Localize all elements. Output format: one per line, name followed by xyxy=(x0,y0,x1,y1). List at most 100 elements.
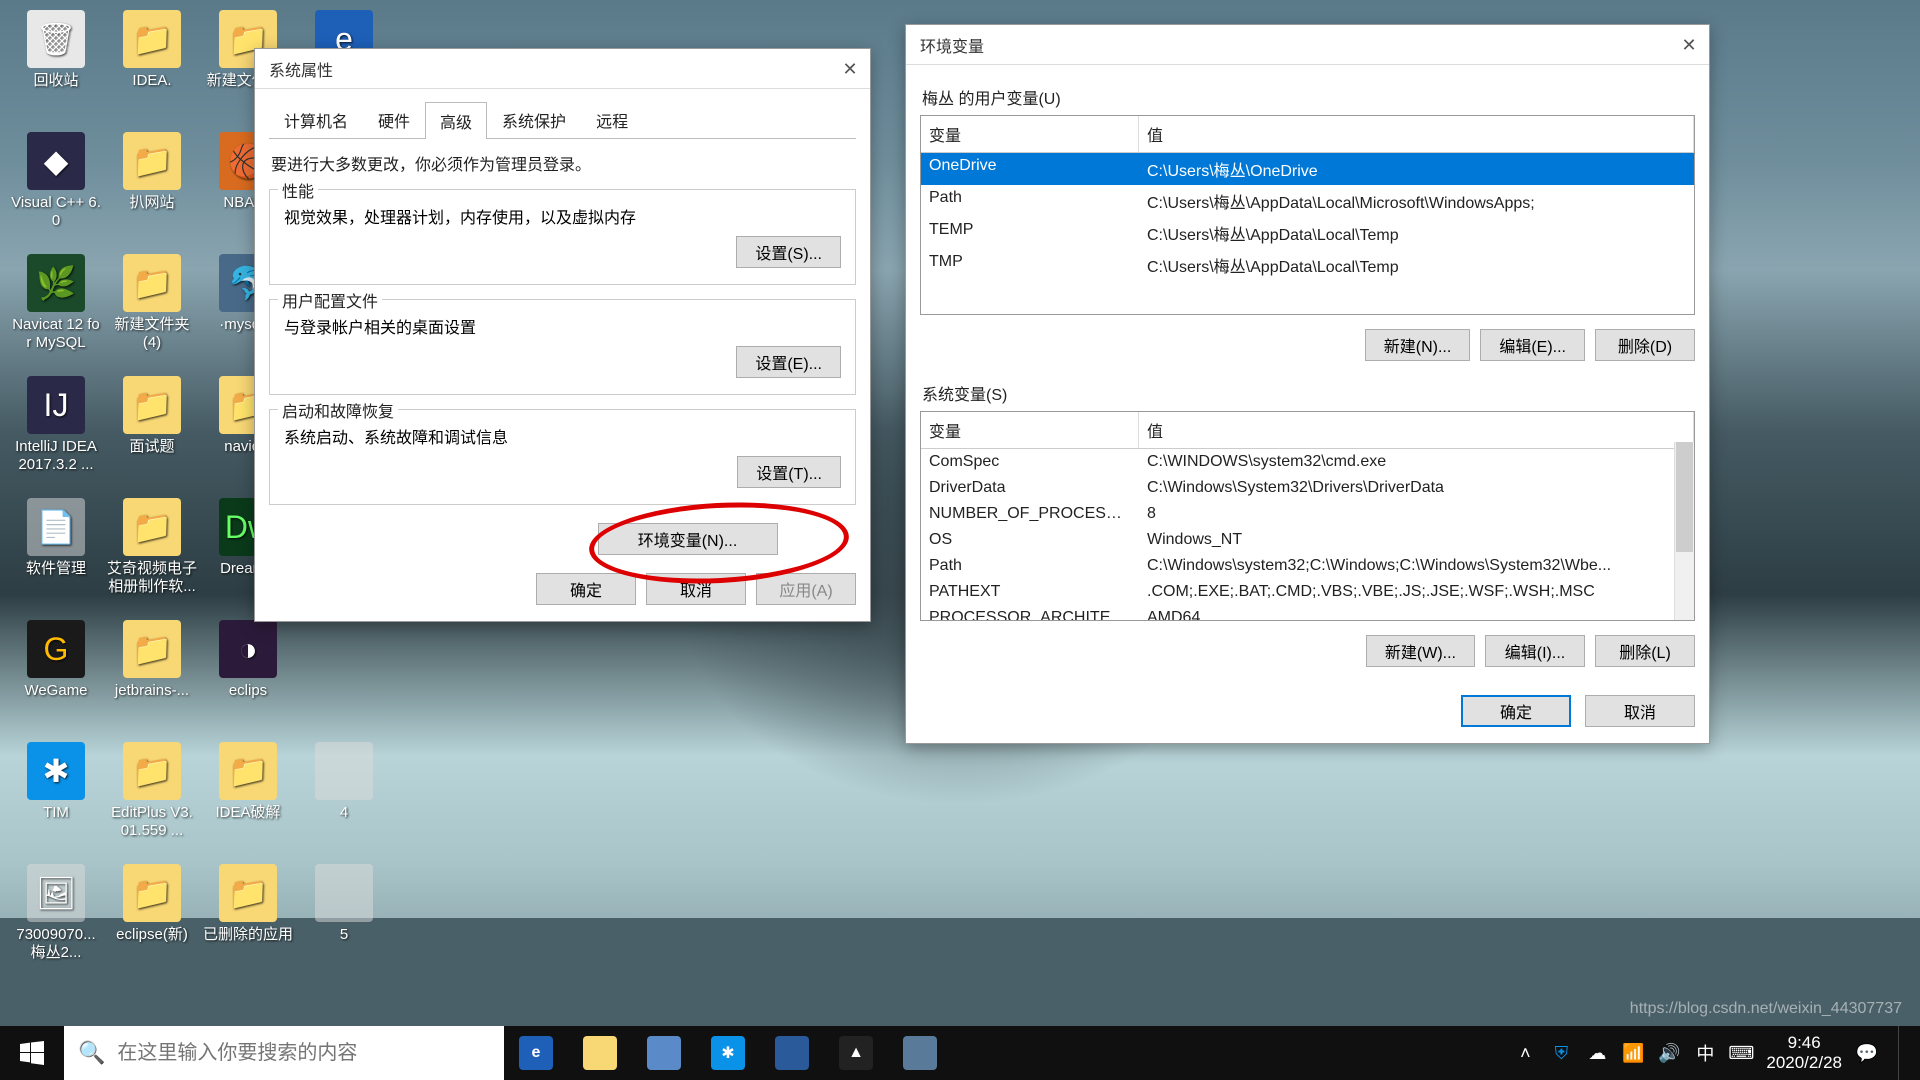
icon-label: EditPlus V3.01.559 ... xyxy=(107,804,197,840)
desktop-icon[interactable]: 📁扒网站 xyxy=(106,132,198,250)
tray-clock[interactable]: 9:46 2020/2/28 xyxy=(1766,1033,1842,1074)
taskbar-app-notepad[interactable] xyxy=(632,1026,696,1080)
close-icon[interactable] xyxy=(840,59,860,79)
app-icon: IJ xyxy=(27,376,85,434)
table-row[interactable]: PathC:\Users\梅丛\AppData\Local\Microsoft\… xyxy=(921,185,1694,217)
desktop-icon[interactable]: 🌿Navicat 12 for MySQL xyxy=(10,254,102,372)
cell-variable: TEMP xyxy=(921,217,1139,249)
environment-variables-button[interactable]: 环境变量(N)... xyxy=(598,523,778,555)
start-button[interactable] xyxy=(0,1026,64,1080)
tray-expand-icon[interactable]: ˄ xyxy=(1514,1042,1536,1064)
performance-settings-button[interactable]: 设置(S)... xyxy=(736,236,841,268)
table-row[interactable]: OneDriveC:\Users\梅丛\OneDrive xyxy=(921,153,1694,185)
search-input[interactable] xyxy=(117,1026,490,1080)
scrollbar[interactable] xyxy=(1674,442,1694,620)
cell-value: 8 xyxy=(1139,501,1674,527)
tab-hardware[interactable]: 硬件 xyxy=(363,101,425,138)
icon-label: 扒网站 xyxy=(129,194,174,212)
column-header-value[interactable]: 值 xyxy=(1139,412,1694,448)
app-icon: 📁 xyxy=(219,864,277,922)
taskbar-app-edge[interactable]: e xyxy=(504,1026,568,1080)
desktop-icon[interactable]: 📄软件管理 xyxy=(10,498,102,616)
desktop-icon[interactable]: 📁面试题 xyxy=(106,376,198,494)
close-icon[interactable] xyxy=(1679,35,1699,55)
desktop-icon[interactable]: 📁已删除的应用 xyxy=(202,864,294,982)
user-new-button[interactable]: 新建(N)... xyxy=(1365,329,1471,361)
taskbar-apps: e ✱ ▲ xyxy=(504,1026,952,1080)
desktop-icon[interactable]: IJIntelliJ IDEA 2017.3.2 ... xyxy=(10,376,102,494)
desktop-icon[interactable]: 📁 艾奇视频电子相册制作软... xyxy=(106,498,198,616)
app-icon: 📁 xyxy=(123,498,181,556)
table-row[interactable]: TEMPC:\Users\梅丛\AppData\Local\Temp xyxy=(921,217,1694,249)
tray-notifications-icon[interactable]: 💬 xyxy=(1856,1042,1878,1064)
desktop-icon[interactable]: 📁新建文件夹 (4) xyxy=(106,254,198,372)
table-row[interactable]: ComSpecC:\WINDOWS\system32\cmd.exe xyxy=(921,449,1674,475)
tray-security-icon[interactable]: ⛨ xyxy=(1550,1042,1572,1064)
desktop-icon[interactable]: 5 xyxy=(298,864,390,982)
table-row[interactable]: TMPC:\Users\梅丛\AppData\Local\Temp xyxy=(921,249,1694,281)
startup-settings-button[interactable]: 设置(T)... xyxy=(737,456,841,488)
desktop-icon[interactable]: 📁IDEA破解 xyxy=(202,742,294,860)
startup-recovery-group: 启动和故障恢复 系统启动、系统故障和调试信息 设置(T)... xyxy=(269,409,856,505)
tray-volume-icon[interactable]: 🔊 xyxy=(1658,1042,1680,1064)
cancel-button[interactable]: 取消 xyxy=(646,573,746,605)
column-header-variable[interactable]: 变量 xyxy=(921,412,1139,448)
column-header-variable[interactable]: 变量 xyxy=(921,116,1139,152)
app-icon: 📁 xyxy=(123,10,181,68)
system-vars-table[interactable]: 变量 值 ComSpecC:\WINDOWS\system32\cmd.exeD… xyxy=(920,411,1695,621)
show-desktop-button[interactable] xyxy=(1898,1026,1908,1080)
desktop-icon[interactable]: GWeGame xyxy=(10,620,102,738)
tray-keyboard-icon[interactable]: ⌨ xyxy=(1730,1042,1752,1064)
desktop-icon[interactable]: 📁EditPlus V3.01.559 ... xyxy=(106,742,198,860)
instruction-text: 要进行大多数更改，你必须作为管理员登录。 xyxy=(271,151,854,175)
column-header-value[interactable]: 值 xyxy=(1139,116,1694,152)
icon-label: 艾奇视频电子相册制作软... xyxy=(107,560,197,596)
ok-button[interactable]: 确定 xyxy=(536,573,636,605)
tray-network-icon[interactable]: 📶 xyxy=(1622,1042,1644,1064)
table-row[interactable]: OSWindows_NT xyxy=(921,527,1674,553)
desktop-icon[interactable]: 🖼73009070... 梅丛2... xyxy=(10,864,102,982)
scrollbar-thumb[interactable] xyxy=(1676,442,1693,552)
user-delete-button[interactable]: 删除(D) xyxy=(1595,329,1695,361)
search-box[interactable]: 🔍 xyxy=(64,1026,504,1080)
tab-system-protection[interactable]: 系统保护 xyxy=(487,101,581,138)
tab-strip: 计算机名 硬件 高级 系统保护 远程 xyxy=(269,101,856,139)
desktop-icon[interactable]: ✱TIM xyxy=(10,742,102,860)
tray-onedrive-icon[interactable]: ☁ xyxy=(1586,1042,1608,1064)
cancel-button[interactable]: 取消 xyxy=(1585,695,1695,727)
system-delete-button[interactable]: 删除(L) xyxy=(1595,635,1695,667)
desktop-icon[interactable]: 📁IDEA. xyxy=(106,10,198,128)
taskbar-app-tim[interactable]: ✱ xyxy=(696,1026,760,1080)
system-edit-button[interactable]: 编辑(I)... xyxy=(1485,635,1585,667)
apply-button[interactable]: 应用(A) xyxy=(756,573,856,605)
tray-ime-icon[interactable]: 中 xyxy=(1694,1042,1716,1064)
user-vars-table[interactable]: 变量 值 OneDriveC:\Users\梅丛\OneDrivePathC:\… xyxy=(920,115,1695,315)
cell-variable: Path xyxy=(921,553,1139,579)
desktop-icon[interactable]: ◑eclips xyxy=(202,620,294,738)
system-new-button[interactable]: 新建(W)... xyxy=(1366,635,1475,667)
desktop-icon[interactable]: 📁jetbrains-... xyxy=(106,620,198,738)
user-profiles-group: 用户配置文件 与登录帐户相关的桌面设置 设置(E)... xyxy=(269,299,856,395)
taskbar-app-explorer[interactable] xyxy=(568,1026,632,1080)
dialog-titlebar[interactable]: 环境变量 xyxy=(906,25,1709,65)
taskbar-app-control-panel[interactable] xyxy=(888,1026,952,1080)
tab-advanced[interactable]: 高级 xyxy=(425,102,487,139)
taskbar-app-photos[interactable]: ▲ xyxy=(824,1026,888,1080)
table-row[interactable]: NUMBER_OF_PROCESSORS8 xyxy=(921,501,1674,527)
table-row[interactable]: PROCESSOR_ARCHITECTUREAMD64 xyxy=(921,605,1674,621)
cell-value: .COM;.EXE;.BAT;.CMD;.VBS;.VBE;.JS;.JSE;.… xyxy=(1139,579,1674,605)
table-row[interactable]: PathC:\Windows\system32;C:\Windows;C:\Wi… xyxy=(921,553,1674,579)
desktop-icon[interactable]: ◆Visual C++ 6.0 xyxy=(10,132,102,250)
desktop-icon[interactable]: 🗑回收站 xyxy=(10,10,102,128)
user-profiles-settings-button[interactable]: 设置(E)... xyxy=(736,346,841,378)
desktop-icon[interactable]: 📁eclipse(新) xyxy=(106,864,198,982)
taskbar-app-word[interactable] xyxy=(760,1026,824,1080)
ok-button[interactable]: 确定 xyxy=(1461,695,1571,727)
table-row[interactable]: PATHEXT.COM;.EXE;.BAT;.CMD;.VBS;.VBE;.JS… xyxy=(921,579,1674,605)
tab-remote[interactable]: 远程 xyxy=(581,101,643,138)
tab-computer-name[interactable]: 计算机名 xyxy=(269,101,363,138)
user-edit-button[interactable]: 编辑(E)... xyxy=(1480,329,1585,361)
table-row[interactable]: DriverDataC:\Windows\System32\Drivers\Dr… xyxy=(921,475,1674,501)
desktop-icon[interactable]: 4 xyxy=(298,742,390,860)
dialog-titlebar[interactable]: 系统属性 xyxy=(255,49,870,89)
